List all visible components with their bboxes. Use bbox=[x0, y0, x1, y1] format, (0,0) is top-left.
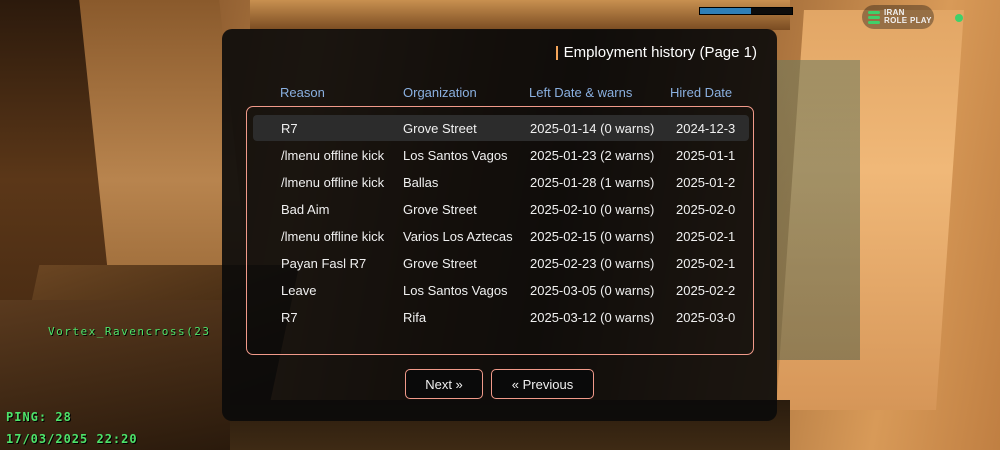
health-bar-fill bbox=[700, 8, 751, 14]
next-page-button[interactable]: Next » bbox=[405, 369, 483, 399]
list-row[interactable]: /lmenu offline kick Los Santos Vagos 202… bbox=[253, 142, 749, 168]
column-headers: Reason Organization Left Date & warns Hi… bbox=[222, 85, 777, 103]
list-row[interactable]: R7 Grove Street 2025-01-14 (0 warns) 202… bbox=[253, 115, 749, 141]
row-reason: /lmenu offline kick bbox=[281, 229, 385, 244]
row-organization: Ballas bbox=[403, 175, 439, 190]
row-reason: R7 bbox=[281, 310, 298, 325]
list-row[interactable]: /lmenu offline kick Ballas 2025-01-28 (1… bbox=[253, 169, 749, 195]
row-hired-date: 2024-12-3 bbox=[676, 121, 736, 136]
health-bar bbox=[699, 7, 793, 15]
server-logo: IRAN ROLE PLAY bbox=[862, 5, 934, 29]
row-reason: Bad Aim bbox=[281, 202, 330, 217]
row-organization: Grove Street bbox=[403, 202, 477, 217]
title-accent-bar bbox=[555, 45, 558, 60]
ping-readout: PING: 28 bbox=[6, 410, 72, 424]
row-reason: R7 bbox=[281, 121, 298, 136]
row-left-date: 2025-02-10 (0 warns) bbox=[530, 202, 655, 217]
row-reason: /lmenu offline kick bbox=[281, 175, 385, 190]
row-hired-date: 2025-02-0 bbox=[676, 202, 736, 217]
dialog-title-text: Employment history (Page 1) bbox=[563, 44, 757, 61]
list-row[interactable]: Leave Los Santos Vagos 2025-03-05 (0 war… bbox=[253, 277, 749, 303]
row-hired-date: 2025-02-1 bbox=[676, 256, 736, 271]
row-left-date: 2025-01-14 (0 warns) bbox=[530, 121, 655, 136]
row-hired-date: 2025-01-1 bbox=[676, 148, 736, 163]
row-hired-date: 2025-01-2 bbox=[676, 175, 736, 190]
row-organization: Los Santos Vagos bbox=[403, 148, 508, 163]
row-hired-date: 2025-02-1 bbox=[676, 229, 736, 244]
date-time-readout: 17/03/2025 22:20 bbox=[6, 432, 138, 446]
row-left-date: 2025-02-15 (0 warns) bbox=[530, 229, 655, 244]
row-organization: Varios Los Aztecas bbox=[403, 229, 513, 244]
row-left-date: 2025-03-12 (0 warns) bbox=[530, 310, 655, 325]
list-row[interactable]: Bad Aim Grove Street 2025-02-10 (0 warns… bbox=[253, 196, 749, 222]
column-header-organization: Organization bbox=[403, 85, 477, 100]
column-header-reason: Reason bbox=[280, 85, 325, 100]
row-left-date: 2025-01-28 (1 warns) bbox=[530, 175, 655, 190]
row-organization: Grove Street bbox=[403, 121, 477, 136]
online-status-dot bbox=[955, 14, 963, 22]
row-reason: /lmenu offline kick bbox=[281, 148, 385, 163]
row-hired-date: 2025-03-0 bbox=[676, 310, 736, 325]
floor-shadow bbox=[0, 300, 230, 450]
history-list[interactable]: R7 Grove Street 2025-01-14 (0 warns) 202… bbox=[246, 106, 754, 355]
ceiling-beam bbox=[250, 0, 790, 30]
previous-page-button[interactable]: « Previous bbox=[491, 369, 594, 399]
row-left-date: 2025-02-23 (0 warns) bbox=[530, 256, 655, 271]
row-organization: Grove Street bbox=[403, 256, 477, 271]
column-header-hired-date: Hired Date bbox=[670, 85, 733, 100]
door-panel bbox=[770, 60, 860, 360]
row-left-date: 2025-01-23 (2 warns) bbox=[530, 148, 655, 163]
row-reason: Leave bbox=[281, 283, 317, 298]
row-hired-date: 2025-02-2 bbox=[676, 283, 736, 298]
logo-text-line2: ROLE PLAY bbox=[884, 16, 932, 25]
employment-history-dialog: Employment history (Page 1) Reason Organ… bbox=[222, 29, 777, 421]
column-header-left-date: Left Date & warns bbox=[529, 85, 633, 100]
list-row[interactable]: R7 Rifa 2025-03-12 (0 warns) 2025-03-0 bbox=[253, 304, 749, 330]
list-row[interactable]: Payan Fasl R7 Grove Street 2025-02-23 (0… bbox=[253, 250, 749, 276]
row-left-date: 2025-03-05 (0 warns) bbox=[530, 283, 655, 298]
row-organization: Rifa bbox=[403, 310, 427, 325]
player-nametag: Vortex_Ravencross(23 bbox=[48, 325, 211, 338]
list-row[interactable]: /lmenu offline kick Varios Los Aztecas 2… bbox=[253, 223, 749, 249]
logo-icon bbox=[868, 10, 880, 24]
row-organization: Los Santos Vagos bbox=[403, 283, 508, 298]
dialog-title: Employment history (Page 1) bbox=[555, 44, 757, 61]
row-reason: Payan Fasl R7 bbox=[281, 256, 367, 271]
